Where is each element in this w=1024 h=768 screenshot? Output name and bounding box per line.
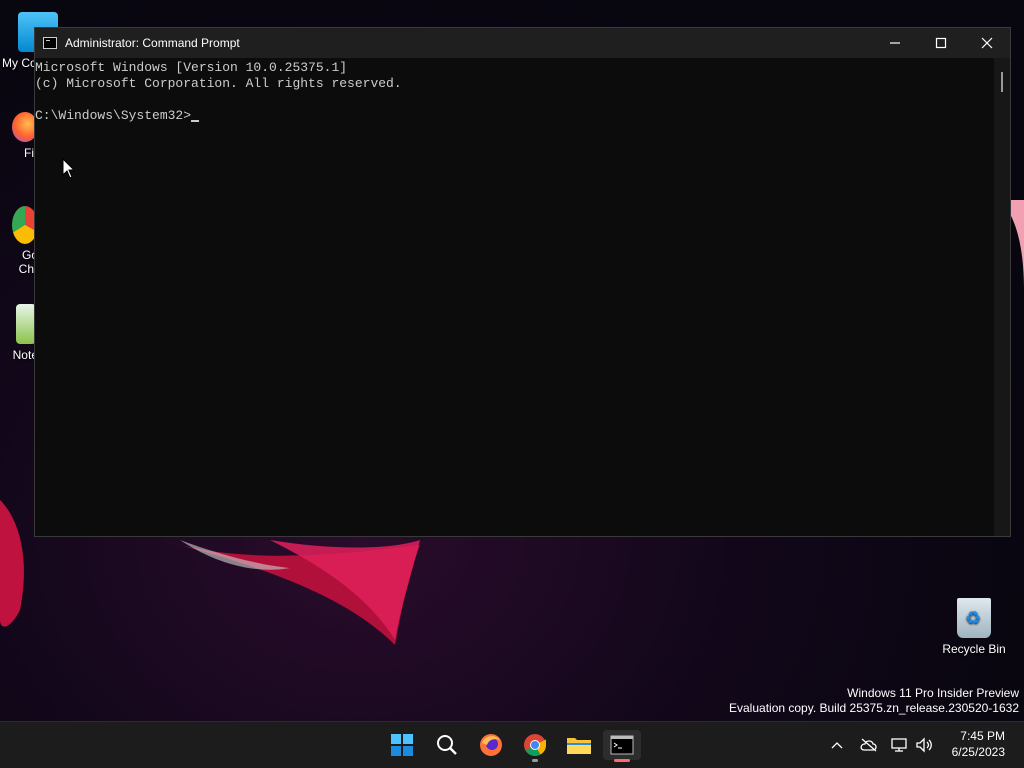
file-explorer-icon [567,738,591,754]
search-icon [437,735,457,755]
clock-date: 6/25/2023 [951,745,1005,759]
minimize-icon [890,42,900,44]
taskbar-command-prompt[interactable] [603,730,641,762]
maximize-button[interactable] [918,28,964,58]
desktop-icon-label: Go Chr [18,248,38,276]
windows-watermark: Windows 11 Pro Insider Preview Evaluatio… [729,686,1019,716]
watermark-edition: Windows 11 Pro Insider Preview [847,686,1019,700]
start-icon [391,734,413,756]
running-indicator [532,759,538,762]
clock-time: 7:45 PM [960,729,1005,743]
console-output[interactable]: Microsoft Windows [Version 10.0.25375.1]… [35,58,994,536]
system-clock[interactable]: 7:45 PM 6/25/2023 [952,728,1005,760]
search-button[interactable] [431,730,463,760]
terminal-icon [610,735,634,755]
start-button[interactable] [386,730,418,760]
scrollbar-thumb[interactable] [1001,72,1003,92]
onedrive-button[interactable] [857,734,881,756]
recycle-bin-icon: ♻ [957,598,991,638]
watermark-build: Evaluation copy. Build 25375.zn_release.… [729,701,1019,715]
console-line: (c) Microsoft Corporation. All rights re… [35,76,402,91]
taskbar: 7:45 PM 6/25/2023 [0,721,1024,768]
vertical-scrollbar[interactable] [994,58,1010,536]
taskbar-firefox[interactable] [475,730,507,760]
desktop-icon-label: Recycle Bin [942,642,1006,656]
desktop-icon-label: Note [12,348,38,362]
taskbar-file-explorer[interactable] [563,730,595,760]
title-bar[interactable]: Administrator: Command Prompt [35,28,1010,58]
network-icon [891,738,907,752]
notepad-icon [16,304,36,344]
chrome-icon [524,734,546,756]
console-line: Microsoft Windows [Version 10.0.25375.1] [35,60,348,75]
active-indicator [614,759,630,762]
desktop-icon-label: Fir [24,146,38,160]
network-button[interactable] [888,734,912,756]
chevron-up-icon [831,742,843,749]
desktop-icon-recycle-bin[interactable]: ♻ Recycle Bin [938,598,1010,656]
minimize-button[interactable] [872,28,918,58]
command-prompt-window[interactable]: Administrator: Command Prompt Microsoft … [34,27,1011,537]
desktop-icon-chrome[interactable]: Go Chr [0,206,38,276]
mouse-pointer-icon [62,158,76,179]
cloud-offline-icon [860,738,877,752]
console-prompt-line: C:\Windows\System32> [35,108,994,124]
taskbar-chrome[interactable] [519,730,551,762]
console-prompt: C:\Windows\System32> [35,108,192,123]
text-cursor [191,120,200,122]
command-prompt-icon [43,37,57,49]
volume-icon [916,737,932,753]
volume-button[interactable] [912,734,936,756]
desktop-icon-firefox[interactable]: Fir [0,112,38,160]
show-hidden-icons-button[interactable] [825,734,849,756]
window-title: Administrator: Command Prompt [65,36,240,50]
close-icon [981,37,993,49]
desktop-icon-notepad[interactable]: Note [0,304,38,362]
close-button[interactable] [964,28,1010,58]
firefox-icon [480,734,502,756]
maximize-icon [935,37,947,49]
